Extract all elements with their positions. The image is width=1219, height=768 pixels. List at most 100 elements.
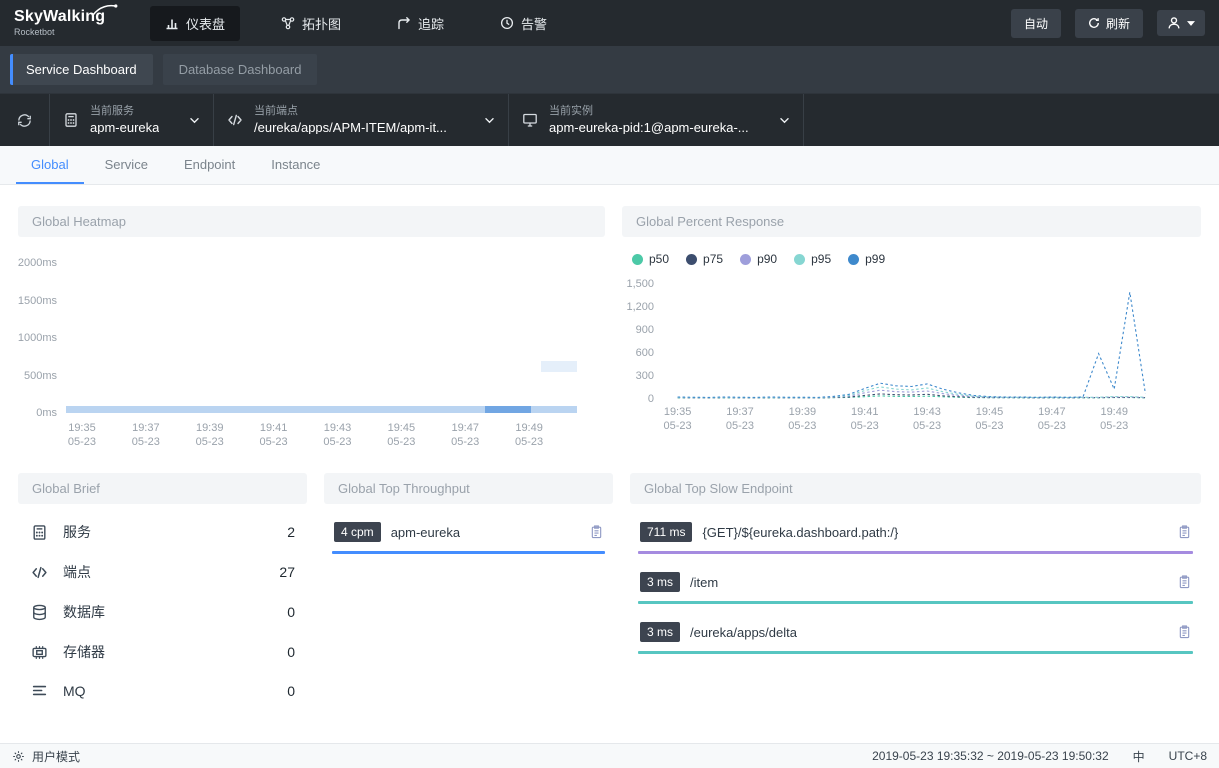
dashboard-content: Global Heatmap 2000ms 1500ms 1000ms 500m… [0,185,1219,743]
global-brief-card: Global Brief 服务 2 端点 27 数据库 0 存储器 0 MQ 0 [18,473,307,709]
current-service-selector[interactable]: 当前服务 apm-eureka [50,94,214,146]
top-navbar: SkyWalking Rocketbot 仪表盘 拓扑图 追踪 告警 自动 刷新 [0,0,1219,46]
throughput-badge: 4 cpm [334,522,381,542]
x-axis-label: 19:37 05-23 [131,422,160,449]
latency-bar [638,601,1193,604]
card-title: Global Top Slow Endpoint [630,473,1201,504]
nav-item-label: 拓扑图 [302,16,342,32]
current-instance-selector[interactable]: 当前实例 apm-eureka-pid:1@apm-eureka-... [509,94,804,146]
heatmap-cell [485,405,531,413]
brief-label: MQ [63,682,86,699]
tab-instance[interactable]: Instance [256,146,335,184]
x-axis-label: 19:47 05-23 [451,422,480,449]
copy-icon[interactable] [1178,625,1191,639]
nav-item-label: 告警 [521,16,548,32]
brief-label: 存储器 [63,644,105,660]
latency-badge: 711 ms [640,522,693,542]
brief-label: 服务 [63,524,91,540]
throughput-entry: 4 cpm apm-eureka [332,519,605,554]
heatmap-plot [66,263,577,413]
tab-endpoint[interactable]: Endpoint [169,146,250,184]
card-title: Global Heatmap [18,206,605,237]
auto-button-label: 自动 [1023,16,1048,31]
nav-item-topology[interactable]: 拓扑图 [266,6,356,41]
copy-icon[interactable] [590,525,603,539]
logo-subtext: Rocketbot [14,27,55,37]
tab-database-dashboard[interactable]: Database Dashboard [162,54,318,85]
heatmap-y-axis: 2000ms 1500ms 1000ms 500ms 0ms [17,257,66,419]
topology-icon [281,16,295,30]
timezone-selector[interactable]: UTC+8 [1169,749,1207,763]
user-mode-label: 用户模式 [32,749,81,764]
x-axis-label: 19:43 05-23 [323,422,352,449]
y-axis-label: 600 [635,347,654,359]
y-axis-label: 0 [647,393,654,405]
response-legend: p50 p75 p90 p95 p99 [632,252,1201,266]
x-axis-label: 19:49 05-23 [1100,406,1129,433]
footer-bar: 用户模式 2019-05-23 19:35:32 ~ 2019-05-23 19… [0,743,1219,768]
language-toggle[interactable]: 中 [1133,748,1145,765]
brief-value: 2 [287,524,295,540]
brief-value: 0 [287,604,295,620]
nav-item-trace[interactable]: 追踪 [382,6,459,41]
gear-icon [12,750,25,763]
response-plot [662,284,1161,399]
endpoint-icon [30,564,48,581]
series-line-p90 [677,389,1146,399]
selector-value: apm-eureka [90,121,160,134]
legend-item-p50[interactable]: p50 [632,252,669,266]
tab-global[interactable]: Global [16,146,84,184]
chevron-down-icon [484,117,495,124]
x-axis-label: 19:49 05-23 [515,422,544,449]
main-nav: 仪表盘 拓扑图 追踪 告警 [150,5,562,41]
card-title: Global Brief [18,473,307,504]
nav-item-alarm[interactable]: 告警 [485,6,562,41]
reload-context-button[interactable] [0,94,50,146]
storage-icon [30,644,48,661]
series-line-p99 [677,292,1146,398]
y-axis-label: 1000ms [17,332,57,344]
nav-item-dashboard[interactable]: 仪表盘 [150,5,241,41]
brief-row-endpoint: 端点 27 [18,552,307,592]
y-axis-label: 2000ms [17,257,57,269]
brief-value: 27 [279,564,295,580]
time-range[interactable]: 2019-05-23 19:35:32 ~ 2019-05-23 19:50:3… [872,749,1109,763]
x-axis-label: 19:37 05-23 [725,406,755,433]
user-mode-toggle[interactable]: 用户模式 [12,748,80,765]
brief-value: 0 [287,682,295,699]
tab-service-dashboard[interactable]: Service Dashboard [10,54,153,85]
slow-endpoint-entry: 711 ms {GET}/${eureka.dashboard.path:/} [638,519,1193,554]
legend-item-p99[interactable]: p99 [848,252,885,266]
sync-icon [16,112,33,129]
legend-item-p75[interactable]: p75 [686,252,723,266]
brief-row-mq: MQ 0 [18,672,307,709]
nav-item-label: 追踪 [418,16,445,32]
copy-icon[interactable] [1178,525,1191,539]
selector-label: 当前服务 [90,105,134,117]
global-top-throughput-card: Global Top Throughput 4 cpm apm-eureka [324,473,613,709]
user-menu[interactable] [1157,10,1205,36]
auto-refresh-button[interactable]: 自动 [1010,8,1061,38]
alarm-icon [500,16,514,30]
legend-item-p90[interactable]: p90 [740,252,777,266]
legend-dot [632,253,643,265]
trace-icon [397,16,411,30]
copy-icon[interactable] [1178,575,1191,589]
legend-label: p75 [703,252,724,266]
skywalking-logo[interactable]: SkyWalking Rocketbot [14,4,118,37]
current-endpoint-selector[interactable]: 当前端点 /eureka/apps/APM-ITEM/apm-it... [214,94,509,146]
selector-label: 当前端点 [254,105,298,117]
mq-icon [30,682,48,699]
scope-tabs-bar: Global Service Endpoint Instance [0,146,1219,185]
legend-dot [740,253,752,265]
card-title: Global Top Throughput [324,473,613,504]
tab-service[interactable]: Service [90,146,163,184]
refresh-button[interactable]: 刷新 [1074,8,1143,38]
context-selector-bar: 当前服务 apm-eureka 当前端点 /eureka/apps/APM-IT… [0,93,1219,146]
latency-badge: 3 ms [640,622,681,642]
brief-row-database: 数据库 0 [18,592,307,632]
brief-value: 0 [287,644,295,660]
legend-item-p95[interactable]: p95 [794,252,831,266]
y-axis-label: 1500ms [17,294,57,307]
dashboard-tabs-bar: Service Dashboard Database Dashboard [0,46,1219,93]
